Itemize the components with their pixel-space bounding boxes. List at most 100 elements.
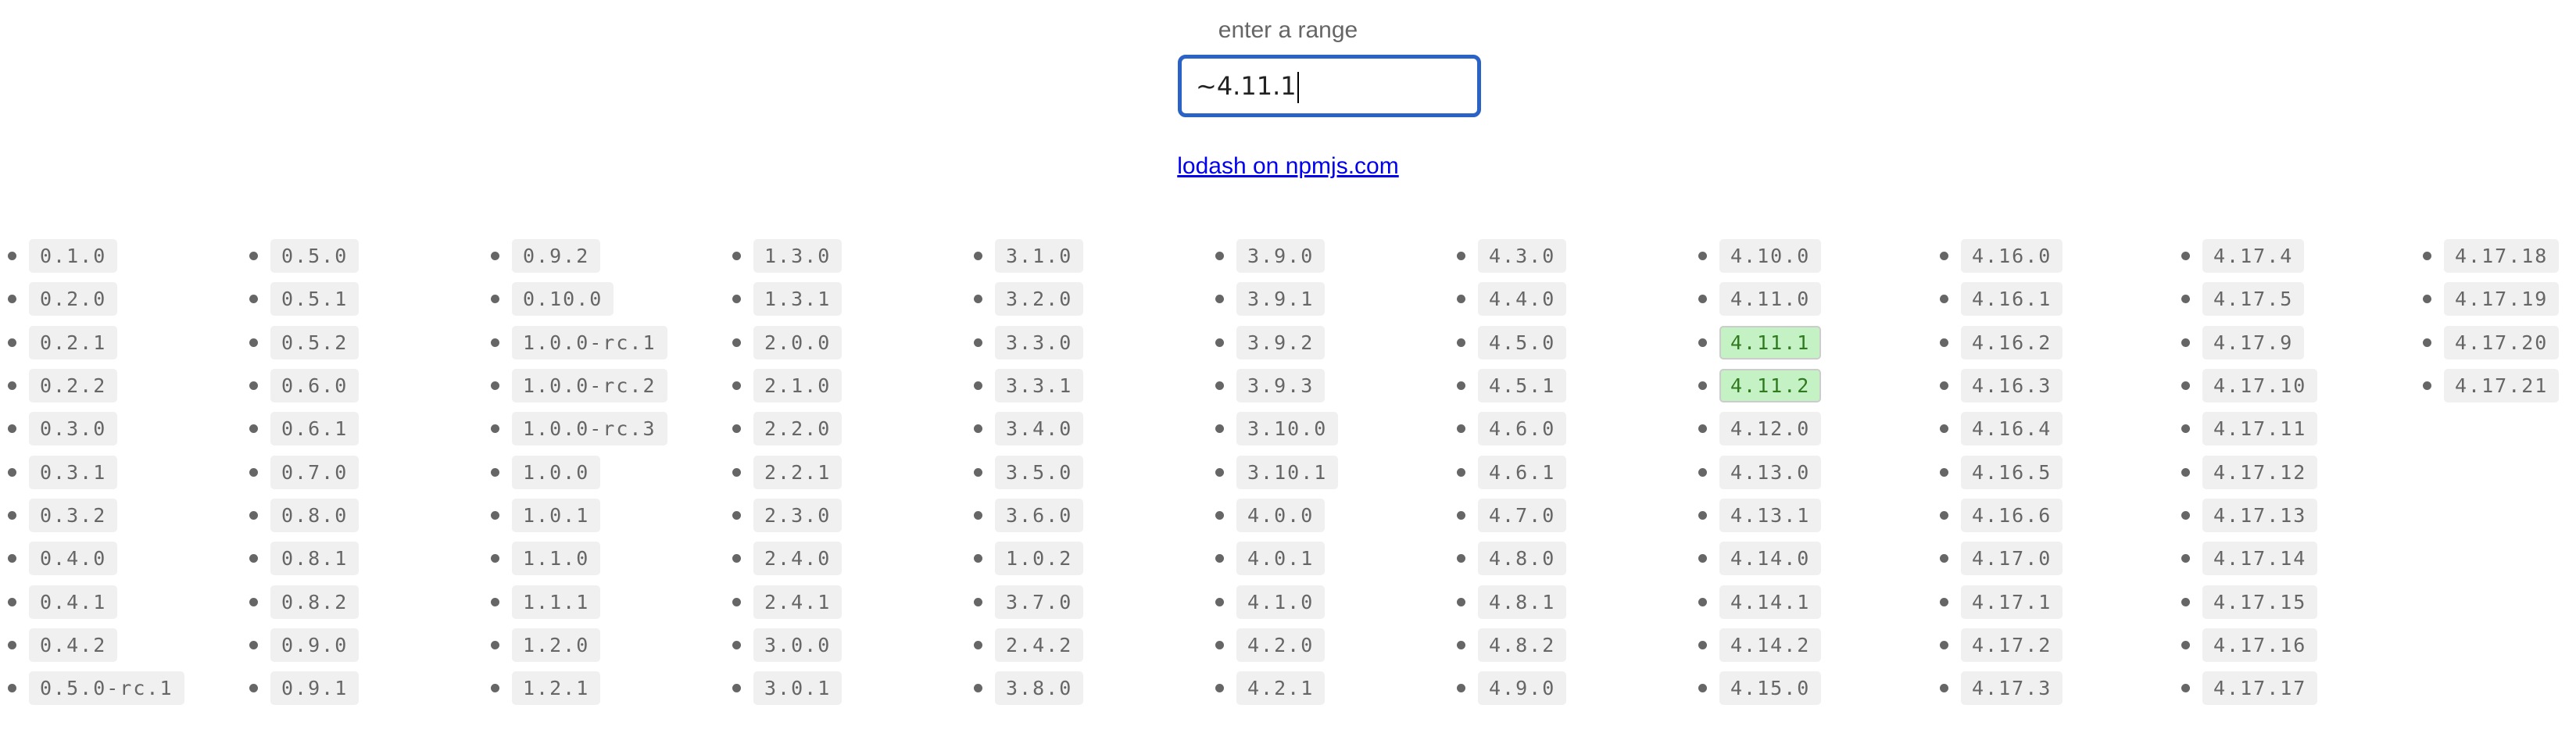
version-tag: 4.8.0 <box>1478 542 1567 576</box>
version-tag: 3.3.0 <box>995 325 1084 359</box>
version-item: 4.15.0 <box>1690 667 1932 710</box>
version-tag: 4.17.13 <box>2202 498 2318 532</box>
bullet-icon <box>2181 338 2190 347</box>
version-item: 4.17.13 <box>2174 494 2415 537</box>
version-item: 2.4.1 <box>724 580 966 623</box>
version-tag: 0.5.1 <box>270 282 360 317</box>
bullet-icon <box>249 467 258 477</box>
version-item: 2.1.0 <box>724 364 966 407</box>
bullet-icon <box>8 510 16 520</box>
version-tag: 4.8.1 <box>1478 585 1567 619</box>
version-tag: 4.14.0 <box>1719 542 1822 576</box>
bullet-icon <box>1215 510 1224 520</box>
version-item: 4.17.17 <box>2174 667 2415 710</box>
version-item: 4.12.0 <box>1690 407 1932 450</box>
version-item: 0.9.1 <box>242 667 483 710</box>
bullet-icon <box>2423 338 2431 347</box>
version-item: 0.3.0 <box>0 407 242 450</box>
version-item: 1.0.2 <box>966 537 1208 580</box>
version-item: 0.4.2 <box>0 624 242 667</box>
version-tag: 4.17.1 <box>1961 585 2063 619</box>
version-tag: 4.13.0 <box>1719 455 1822 489</box>
version-tag: 0.6.0 <box>270 369 360 403</box>
version-item: 0.1.0 <box>0 234 242 277</box>
version-item: 0.2.2 <box>0 364 242 407</box>
version-tag: 4.16.3 <box>1961 369 2063 403</box>
version-tag: 2.0.0 <box>753 325 843 359</box>
bullet-icon <box>1457 381 1465 391</box>
version-tag: 4.2.1 <box>1236 671 1326 706</box>
bullet-icon <box>249 295 258 304</box>
version-tag: 1.0.1 <box>512 498 601 532</box>
version-tag: 4.16.2 <box>1961 325 2063 359</box>
bullet-icon <box>8 295 16 304</box>
version-tag: 0.4.2 <box>29 628 118 662</box>
version-tag: 0.3.1 <box>29 455 118 489</box>
bullet-icon <box>732 684 741 693</box>
version-tag: 3.10.0 <box>1236 412 1339 446</box>
version-item: 4.11.1 <box>1690 321 1932 364</box>
version-item: 4.17.18 <box>2415 234 2576 277</box>
bullet-icon <box>1698 684 1707 693</box>
bullet-icon <box>1215 640 1224 649</box>
bullet-icon <box>2181 295 2190 304</box>
version-item: 3.3.0 <box>966 321 1208 364</box>
bullet-icon <box>974 381 982 391</box>
range-input[interactable]: ~4.11.1 <box>1178 55 1481 117</box>
version-tag: 0.8.2 <box>270 585 360 619</box>
bullet-icon <box>732 597 741 606</box>
version-item: 4.14.0 <box>1690 537 1932 580</box>
bullet-icon <box>1215 684 1224 693</box>
bullet-icon <box>2423 381 2431 391</box>
bullet-icon <box>2181 510 2190 520</box>
version-item: 3.6.0 <box>966 494 1208 537</box>
version-tag: 4.17.3 <box>1961 671 2063 706</box>
version-tag: 0.1.0 <box>29 239 118 274</box>
bullet-icon <box>2181 597 2190 606</box>
version-tag: 3.2.0 <box>995 282 1084 317</box>
version-tag: 2.4.2 <box>995 628 1084 662</box>
bullet-icon <box>249 597 258 606</box>
range-label: enter a range <box>1218 17 1358 43</box>
version-tag: 3.1.0 <box>995 239 1084 274</box>
bullet-icon <box>974 640 982 649</box>
version-tag: 1.0.2 <box>995 542 1084 576</box>
version-item: 4.16.6 <box>1932 494 2174 537</box>
bullet-icon <box>974 510 982 520</box>
version-tag: 4.16.6 <box>1961 498 2063 532</box>
version-tag: 0.10.0 <box>512 282 614 317</box>
bullet-icon <box>491 510 499 520</box>
version-item: 0.3.2 <box>0 494 242 537</box>
version-tag: 4.13.1 <box>1719 498 1822 532</box>
version-item: 4.16.0 <box>1932 234 2174 277</box>
version-item: 3.9.2 <box>1208 321 1449 364</box>
bullet-icon <box>1698 640 1707 649</box>
version-item: 4.17.15 <box>2174 580 2415 623</box>
version-item: 3.5.0 <box>966 450 1208 493</box>
version-tag: 4.6.0 <box>1478 412 1567 446</box>
npm-link[interactable]: lodash on npmjs.com <box>1177 153 1398 179</box>
version-item: 4.17.9 <box>2174 321 2415 364</box>
version-item: 4.11.2 <box>1690 364 1932 407</box>
version-item: 1.0.1 <box>483 494 724 537</box>
bullet-icon <box>1940 684 1948 693</box>
version-tag: 4.17.17 <box>2202 671 2318 706</box>
version-item: 4.17.20 <box>2415 321 2576 364</box>
version-item: 1.1.1 <box>483 580 724 623</box>
version-tag: 4.1.0 <box>1236 585 1326 619</box>
bullet-icon <box>1215 338 1224 347</box>
version-item: 4.17.19 <box>2415 277 2576 320</box>
version-list: 0.1.0 0.2.0 0.2.1 0.2.2 0.3.0 0.3.1 0.3.2 0.4.0… <box>0 234 2576 710</box>
version-tag: 1.2.0 <box>512 628 601 662</box>
version-item: 3.8.0 <box>966 667 1208 710</box>
bullet-icon <box>1457 640 1465 649</box>
version-tag: 1.1.1 <box>512 585 601 619</box>
version-tag: 2.4.0 <box>753 542 843 576</box>
version-tag: 2.2.1 <box>753 455 843 489</box>
version-tag: 4.16.4 <box>1961 412 2063 446</box>
version-tag: 4.17.11 <box>2202 412 2318 446</box>
version-tag: 4.14.2 <box>1719 628 1822 662</box>
bullet-icon <box>1940 597 1948 606</box>
bullet-icon <box>974 554 982 563</box>
version-item: 0.2.0 <box>0 277 242 320</box>
